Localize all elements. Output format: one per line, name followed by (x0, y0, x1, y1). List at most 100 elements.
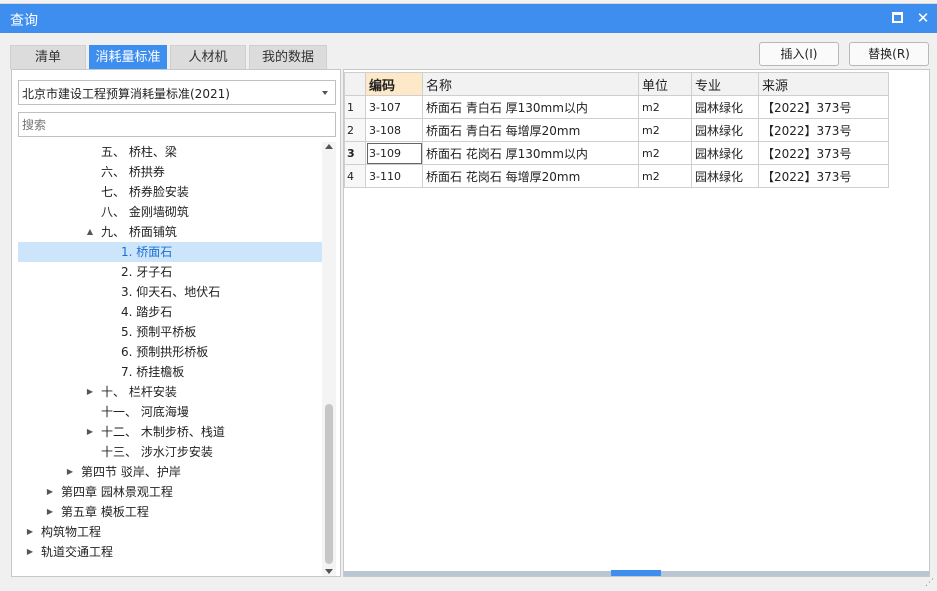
table-row[interactable]: 4 3-110 桥面石 花岗石 每增厚20mm m2 园林绿化 【2022】37… (344, 164, 889, 188)
window-title: 查询 (10, 13, 38, 29)
cell-source[interactable]: 【2022】373号 (758, 118, 889, 142)
expand-icon[interactable]: ▶ (25, 522, 35, 542)
rownum-header (344, 72, 366, 96)
scroll-down-icon[interactable] (325, 569, 333, 574)
tree-item-label: 1. 桥面石 (121, 245, 173, 259)
row-number: 3 (344, 141, 366, 165)
expand-icon[interactable]: ▶ (25, 542, 35, 562)
cell-code-focused[interactable]: 3-109 (365, 141, 423, 165)
tree-item-label: 五、 桥柱、梁 (101, 145, 177, 159)
search-input[interactable] (18, 112, 336, 137)
tree-item-label: 六、 桥拱券 (101, 165, 165, 179)
cell-unit[interactable]: m2 (638, 141, 692, 165)
expand-icon[interactable]: ▶ (45, 482, 55, 502)
cell-code[interactable]: 3-107 (365, 95, 423, 119)
tree-item[interactable]: 六、 桥拱券 (18, 162, 322, 182)
cell-major[interactable]: 园林绿化 (691, 164, 759, 188)
maximize-icon[interactable] (892, 12, 903, 23)
cell-source[interactable]: 【2022】373号 (758, 95, 889, 119)
tree-item[interactable]: 1. 桥面石 (18, 242, 322, 262)
tree-panel: 北京市建设工程预算消耗量标准(2021) 五、 桥柱、梁六、 桥拱券七、 桥券脸… (11, 69, 341, 577)
tree-item[interactable]: 2. 牙子石 (18, 262, 322, 282)
tree-item-label: 轨道交通工程 (41, 545, 114, 559)
tree-item-label: 十三、 涉水汀步安装 (101, 445, 213, 459)
cell-source[interactable]: 【2022】373号 (758, 164, 889, 188)
cell-major[interactable]: 园林绿化 (691, 141, 759, 165)
cell-code[interactable]: 3-110 (365, 164, 423, 188)
tree-item[interactable]: ▶ 十、 栏杆安装 (18, 382, 322, 402)
cell-major[interactable]: 园林绿化 (691, 95, 759, 119)
tree-item[interactable]: ▶ 构筑物工程 (18, 522, 322, 542)
expand-icon (105, 282, 115, 302)
table-row[interactable]: 2 3-108 桥面石 青白石 每增厚20mm m2 园林绿化 【2022】37… (344, 118, 889, 142)
scroll-thumb[interactable] (325, 404, 333, 564)
expand-icon[interactable]: ▶ (85, 422, 95, 442)
standard-select-value: 北京市建设工程预算消耗量标准(2021) (22, 87, 230, 101)
table-row-current[interactable]: 3 3-109 桥面石 花岗石 厚130mm以内 m2 园林绿化 【2022】3… (344, 141, 889, 165)
expand-icon (85, 162, 95, 182)
tab-bill[interactable]: 清单 (10, 45, 86, 69)
tree-item[interactable]: 4. 踏步石 (18, 302, 322, 322)
resize-grip-icon[interactable]: ⋰ (925, 578, 934, 588)
cell-source[interactable]: 【2022】373号 (758, 141, 889, 165)
tree-item[interactable]: 十三、 涉水汀步安装 (18, 442, 322, 462)
tree-item[interactable]: 7. 桥挂檐板 (18, 362, 322, 382)
cell-unit[interactable]: m2 (638, 164, 692, 188)
tree-item[interactable]: 5. 预制平桥板 (18, 322, 322, 342)
tree-item-label: 第四节 驳岸、护岸 (81, 465, 181, 479)
tree-item[interactable]: 七、 桥券脸安装 (18, 182, 322, 202)
expand-icon (105, 242, 115, 262)
collapse-icon[interactable]: ▲ (85, 222, 95, 242)
cell-name[interactable]: 桥面石 青白石 每增厚20mm (422, 118, 639, 142)
horizontal-scrollbar[interactable] (344, 570, 929, 576)
expand-icon[interactable]: ▶ (85, 382, 95, 402)
scroll-grip[interactable] (611, 570, 661, 576)
insert-button[interactable]: 插入(I) (759, 42, 839, 66)
tree-item[interactable]: 6. 预制拱形桥板 (18, 342, 322, 362)
cell-name[interactable]: 桥面石 青白石 厚130mm以内 (422, 95, 639, 119)
replace-button[interactable]: 替换(R) (849, 42, 929, 66)
table-row[interactable]: 1 3-107 桥面石 青白石 厚130mm以内 m2 园林绿化 【2022】3… (344, 95, 889, 119)
tree-item-label: 九、 桥面铺筑 (101, 225, 177, 239)
column-header-source[interactable]: 来源 (758, 72, 889, 96)
cell-code[interactable]: 3-108 (365, 118, 423, 142)
tree-item[interactable]: 3. 仰天石、地伏石 (18, 282, 322, 302)
cell-unit[interactable]: m2 (638, 118, 692, 142)
column-header-unit[interactable]: 单位 (638, 72, 692, 96)
tree-item[interactable]: ▶ 第五章 模板工程 (18, 502, 322, 522)
tree-item[interactable]: 十一、 河底海墁 (18, 402, 322, 422)
row-number: 2 (344, 118, 366, 142)
tree-item[interactable]: ▶ 十二、 木制步桥、栈道 (18, 422, 322, 442)
tab-my-data[interactable]: 我的数据 (249, 45, 327, 69)
expand-icon (105, 262, 115, 282)
tree-item-label: 5. 预制平桥板 (121, 325, 197, 339)
standard-select[interactable]: 北京市建设工程预算消耗量标准(2021) (18, 80, 336, 105)
cell-unit[interactable]: m2 (638, 95, 692, 119)
close-icon[interactable]: ✕ (915, 8, 931, 28)
expand-icon (85, 202, 95, 222)
tree-item[interactable]: ▶ 第四章 园林景观工程 (18, 482, 322, 502)
tree-item[interactable]: 八、 金刚墙砌筑 (18, 202, 322, 222)
tree-item[interactable]: ▶ 轨道交通工程 (18, 542, 322, 562)
cell-major[interactable]: 园林绿化 (691, 118, 759, 142)
tree-item[interactable]: 五、 桥柱、梁 (18, 142, 322, 162)
tree-scrollbar[interactable] (322, 142, 336, 576)
expand-icon[interactable]: ▶ (45, 502, 55, 522)
tree-item-label: 第四章 园林景观工程 (61, 485, 173, 499)
column-header-name[interactable]: 名称 (422, 72, 639, 96)
expand-icon (85, 142, 95, 162)
cell-name[interactable]: 桥面石 花岗石 厚130mm以内 (422, 141, 639, 165)
column-header-code[interactable]: 编码 (365, 72, 423, 96)
tab-consumption-standard[interactable]: 消耗量标准 (89, 45, 167, 69)
tree-item[interactable]: ▶ 第四节 驳岸、护岸 (18, 462, 322, 482)
tree-item-label: 7. 桥挂檐板 (121, 365, 185, 379)
results-table: 编码 名称 单位 专业 来源 1 3-107 桥面石 青白石 厚130mm以内 … (344, 72, 889, 188)
cell-name[interactable]: 桥面石 花岗石 每增厚20mm (422, 164, 639, 188)
tab-labor-material-machine[interactable]: 人材机 (170, 45, 246, 69)
tree-item[interactable]: ▲ 九、 桥面铺筑 (18, 222, 322, 242)
tree-item-label: 6. 预制拱形桥板 (121, 345, 209, 359)
expand-icon[interactable]: ▶ (65, 462, 75, 482)
tree-item-label: 第五章 模板工程 (61, 505, 149, 519)
scroll-up-icon[interactable] (325, 144, 333, 149)
column-header-major[interactable]: 专业 (691, 72, 759, 96)
